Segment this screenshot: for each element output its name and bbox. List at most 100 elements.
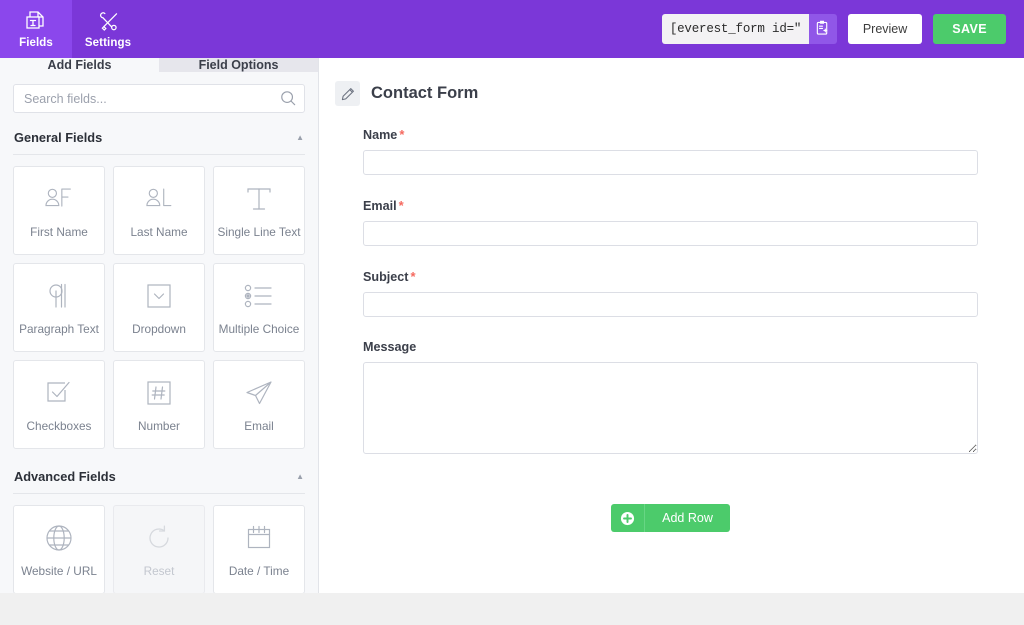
required-asterisk: * [399,127,405,142]
field-label: Name * [363,127,978,142]
field-card-checkboxes[interactable]: Checkboxes [13,360,105,449]
section-divider [13,493,305,494]
field-card-label: Last Name [130,225,188,239]
chevron-down-box-icon [145,279,173,313]
sidebar-tabs: Add Fields Field Options [0,58,318,72]
field-card-label: Checkboxes [26,419,92,433]
hash-box-icon [145,376,173,410]
field-card-label: Website / URL [21,564,97,578]
required-asterisk: * [410,269,416,284]
tab-add-fields[interactable]: Add Fields [0,58,159,72]
section-title-advanced: Advanced Fields [14,469,116,484]
last-name-icon [142,182,176,216]
reset-circular-arrow-icon [145,521,173,555]
search-fields-box [13,84,305,113]
sidebar-content: General Fields ▲ First Name [0,72,318,593]
checkbox-icon [44,376,74,410]
field-label: Email * [363,198,978,213]
field-card-label: Single Line Text [217,225,301,239]
pencil-edit-icon[interactable] [335,81,360,106]
builder-body: Add Fields Field Options General Fields [0,58,1024,593]
field-card-date-time[interactable]: Date / Time [213,505,305,593]
save-button[interactable]: SAVE [933,14,1006,44]
advanced-fields-grid: Website / URL Reset Date / Time [13,505,305,593]
field-card-label: Dropdown [132,322,186,336]
form-field-email: Email * [363,198,978,246]
search-input[interactable] [13,84,305,113]
field-card-first-name[interactable]: First Name [13,166,105,255]
field-label: Subject * [363,269,978,284]
preview-button[interactable]: Preview [847,14,923,44]
text-t-icon [244,182,274,216]
form-fields-container: Name * Email * Subject * Message Add Row [319,112,1024,532]
field-card-label: Number [138,419,180,433]
top-nav-tabs: Fields Settings [0,0,144,58]
wrench-screwdriver-icon [97,10,120,34]
form-field-name: Name * [363,127,978,175]
field-card-label: Email [244,419,274,433]
email-input[interactable] [363,221,978,246]
field-label-text: Email [363,199,397,213]
nav-tab-fields-label: Fields [19,36,53,49]
section-divider [13,154,305,155]
field-card-last-name[interactable]: Last Name [113,166,205,255]
copy-shortcode-button[interactable] [808,14,837,44]
page-title: Contact Form [371,84,479,102]
field-card-paragraph-text[interactable]: Paragraph Text [13,263,105,352]
field-label-text: Subject [363,270,409,284]
field-label-text: Message [363,340,417,354]
paper-plane-icon [244,376,274,410]
form-field-subject: Subject * [363,269,978,317]
shortcode-input[interactable] [661,14,809,44]
field-card-single-line-text[interactable]: Single Line Text [213,166,305,255]
plus-circle-icon [611,504,646,532]
calendar-icon [245,521,273,555]
field-card-website-url[interactable]: Website / URL [13,505,105,593]
clipboard-copy-icon [815,20,830,39]
form-header: Contact Form [319,58,1024,112]
top-toolbar: Fields Settings [everest_form id="4"] Pr… [0,0,1024,58]
add-row-label: Add Row [662,511,713,525]
tab-field-options[interactable]: Field Options [159,58,318,72]
caret-up-icon[interactable]: ▲ [296,472,304,481]
field-card-dropdown[interactable]: Dropdown [113,263,205,352]
general-fields-grid: First Name Last Name Single Line Text Pa… [13,166,305,449]
field-label: Message [363,340,978,354]
required-asterisk: * [398,198,404,213]
shortcode-group [661,14,837,44]
field-card-label: Reset [143,564,175,578]
form-preview-panel: Contact Form Name * Email * Subject * Me… [319,58,1024,593]
nav-tab-fields[interactable]: Fields [0,0,72,58]
form-field-message: Message [363,340,978,454]
field-card-label: Paragraph Text [19,322,99,336]
bottom-strip [0,593,1024,625]
field-card-email[interactable]: Email [213,360,305,449]
field-label-text: Name [363,128,398,142]
toolbar-actions: Preview SAVE [661,0,1024,58]
fields-document-icon [25,10,48,34]
globe-icon [44,521,74,555]
form-builder-app: Fields Settings [everest_form id="4"] Pr… [0,0,1024,625]
name-input[interactable] [363,150,978,175]
pilcrow-icon [45,279,73,313]
section-title-general: General Fields [14,130,103,145]
radio-list-icon [243,279,275,313]
add-row-container: Add Row [363,477,978,532]
nav-tab-settings[interactable]: Settings [72,0,144,58]
field-card-label: Date / Time [228,564,290,578]
nav-tab-settings-label: Settings [84,36,132,49]
fields-sidebar: Add Fields Field Options General Fields [0,58,319,593]
message-textarea[interactable] [363,362,978,454]
field-card-multiple-choice[interactable]: Multiple Choice [213,263,305,352]
section-header-advanced-fields[interactable]: Advanced Fields ▲ [13,465,305,493]
subject-input[interactable] [363,292,978,317]
section-header-general-fields[interactable]: General Fields ▲ [13,126,305,154]
caret-up-icon[interactable]: ▲ [296,133,304,142]
first-name-icon [42,182,76,216]
field-card-reset: Reset [113,505,205,593]
add-row-button[interactable]: Add Row [611,504,730,532]
field-card-label: Multiple Choice [218,322,300,336]
field-card-label: First Name [30,225,88,239]
field-card-number[interactable]: Number [113,360,205,449]
